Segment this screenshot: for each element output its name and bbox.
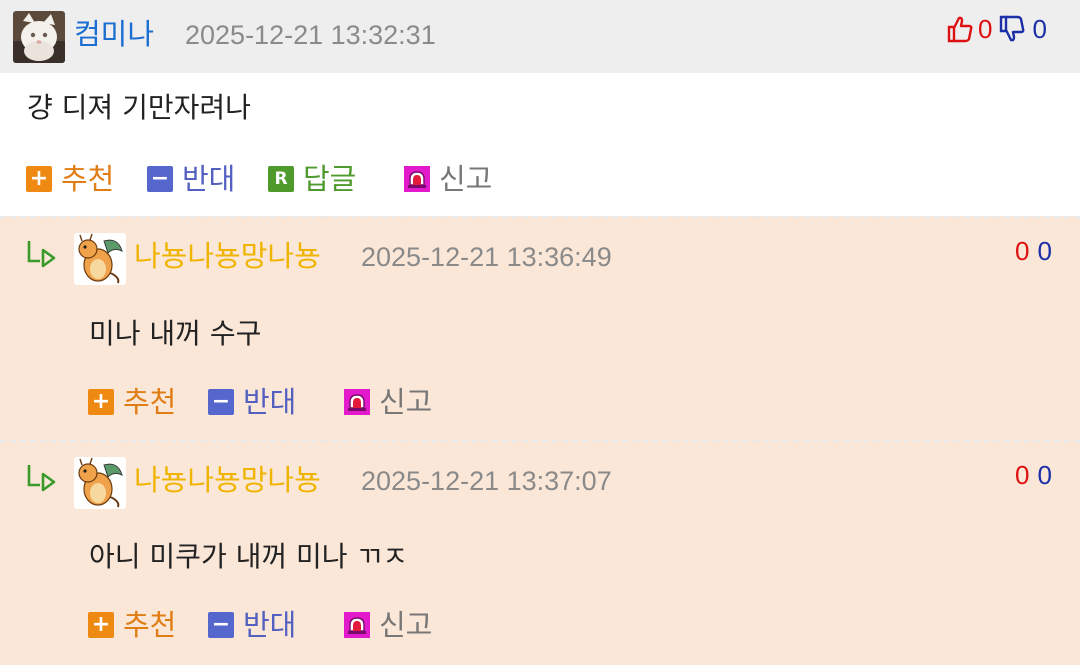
comment-body: 걍 디져 기만자려나 — [27, 91, 251, 124]
comment-date: 2025-12-21 13:36:49 — [361, 242, 612, 272]
minus-icon: − — [208, 389, 234, 415]
nickname[interactable]: 나뇽나뇽망나뇽 — [134, 462, 321, 498]
reply-button[interactable]: R 답글 — [268, 161, 356, 197]
user-avatar[interactable] — [74, 233, 126, 285]
minus-icon: − — [208, 612, 234, 638]
recommend-button[interactable]: + 추천 — [26, 161, 114, 197]
reply-arrow-icon — [27, 465, 56, 492]
comment-body: 아니 미쿠가 내꺼 미나 ㄲㅈ — [89, 540, 408, 573]
report-label: 신고 — [439, 162, 493, 196]
comment-item: 컴미나 2025-12-21 13:32:31 0 0 걍 디져 기만자려나 +… — [0, 0, 1080, 216]
downvote-count: 0 — [1032, 14, 1047, 44]
plus-icon: + — [88, 612, 114, 638]
upvote-count[interactable]: 0 — [1015, 459, 1029, 491]
reply-arrow-icon — [27, 241, 56, 268]
oppose-button[interactable]: − 반대 — [208, 607, 296, 643]
recommend-label: 추천 — [61, 162, 115, 196]
dragonite-avatar-icon — [74, 233, 126, 285]
reply-label: 답글 — [303, 162, 357, 196]
white-cat-avatar-icon — [13, 11, 65, 63]
recommend-label: 추천 — [123, 608, 177, 642]
oppose-button[interactable]: − 반대 — [147, 161, 235, 197]
upvote-count[interactable]: 0 — [1015, 235, 1029, 267]
minus-icon: − — [147, 166, 173, 192]
nickname[interactable]: 나뇽나뇽망나뇽 — [134, 238, 321, 274]
reply-comment-item: 나뇽나뇽망나뇽 2025-12-21 13:37:07 0 0 아니 미쿠가 내… — [0, 440, 1080, 665]
plus-icon: + — [26, 166, 52, 192]
comment-body: 미나 내꺼 수구 — [89, 317, 262, 350]
thumbs-up-icon[interactable] — [946, 14, 974, 44]
thumbs-down-icon[interactable] — [998, 14, 1026, 44]
recommend-label: 추천 — [123, 385, 177, 419]
comment-header — [0, 0, 1080, 73]
upvote-count: 0 — [978, 14, 993, 44]
alarm-icon — [344, 389, 370, 415]
plus-icon: + — [88, 389, 114, 415]
oppose-label: 반대 — [243, 608, 297, 642]
user-avatar[interactable] — [74, 457, 126, 509]
recommend-button[interactable]: + 추천 — [88, 384, 176, 420]
nickname[interactable]: 컴미나 — [74, 16, 154, 52]
report-label: 신고 — [379, 385, 433, 419]
vote-counts: 0 0 — [1015, 235, 1052, 267]
report-button[interactable]: 신고 — [344, 607, 432, 643]
alarm-icon — [344, 612, 370, 638]
vote-counts: 0 0 — [1015, 459, 1052, 491]
report-button[interactable]: 신고 — [344, 384, 432, 420]
user-avatar[interactable] — [13, 11, 65, 63]
comment-date: 2025-12-21 13:32:31 — [185, 20, 436, 50]
report-button[interactable]: 신고 — [404, 161, 492, 197]
dragonite-avatar-icon — [74, 457, 126, 509]
downvote-count[interactable]: 0 — [1037, 459, 1051, 491]
reply-comment-item: 나뇽나뇽망나뇽 2025-12-21 13:36:49 0 0 미나 내꺼 수구… — [0, 216, 1080, 440]
downvote-count[interactable]: 0 — [1037, 235, 1051, 267]
alarm-icon — [404, 166, 430, 192]
oppose-label: 반대 — [182, 162, 236, 196]
report-label: 신고 — [379, 608, 433, 642]
comment-date: 2025-12-21 13:37:07 — [361, 466, 612, 496]
oppose-button[interactable]: − 반대 — [208, 384, 296, 420]
recommend-button[interactable]: + 추천 — [88, 607, 176, 643]
oppose-label: 반대 — [243, 385, 297, 419]
vote-counts: 0 0 — [946, 13, 1047, 45]
reply-r-icon: R — [268, 166, 294, 192]
